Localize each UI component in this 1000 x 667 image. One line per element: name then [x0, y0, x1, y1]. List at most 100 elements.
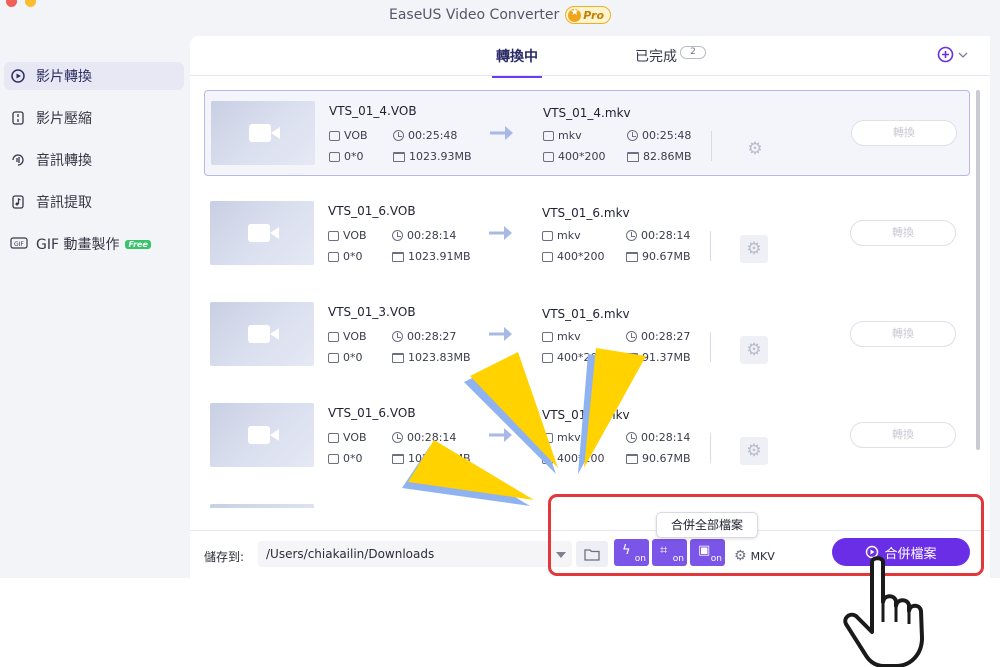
video-camera-icon	[248, 224, 279, 242]
divider	[711, 131, 712, 161]
arrow-right-icon	[489, 226, 512, 240]
scrollbar[interactable]	[976, 90, 980, 450]
convert-button[interactable]: 轉換	[850, 220, 956, 246]
convert-button[interactable]: 轉換	[850, 321, 956, 347]
output-format: mkv	[543, 129, 582, 142]
free-badge: Free	[125, 239, 151, 249]
sidebar-item-video-compress[interactable]: 影片壓縮	[4, 104, 184, 132]
sidebar: 影片轉換 影片壓縮 音訊轉換 音訊提取 GIF GIF 動畫製作 Free	[0, 54, 188, 272]
resolution-icon	[329, 151, 340, 162]
resolution-icon	[328, 453, 339, 464]
clock-icon	[627, 130, 638, 141]
format-icon	[328, 331, 339, 342]
sidebar-item-label: 音訊提取	[36, 195, 92, 211]
source-resolution: 0*0	[328, 452, 363, 465]
gear-icon: ⚙	[746, 239, 762, 259]
source-format: VOB	[328, 431, 367, 444]
gear-icon: ⚙	[746, 340, 762, 360]
compress-icon	[12, 111, 24, 125]
source-duration: 00:25:48	[393, 129, 457, 142]
gear-icon: ⚙	[747, 139, 763, 159]
resolution-icon	[542, 251, 553, 262]
output-filename: VTS_01_6.mkv	[542, 307, 630, 321]
audio-extract-icon	[12, 195, 24, 209]
audio-convert-icon	[12, 154, 24, 166]
gear-icon: ⚙	[746, 441, 762, 461]
output-settings-button[interactable]: ⚙	[740, 336, 768, 364]
source-filename: VTS_01_6.VOB	[328, 204, 416, 218]
source-size: 1023.91MB	[392, 250, 471, 263]
resolution-icon	[328, 251, 339, 262]
divider	[710, 231, 711, 261]
svg-text:GIF: GIF	[14, 241, 24, 248]
output-filename: VTS_01_6.mkv	[542, 206, 630, 220]
output-settings-button[interactable]: ⚙	[740, 235, 768, 263]
sidebar-item-gif-maker[interactable]: GIF GIF 動畫製作 Free	[4, 230, 184, 258]
source-format: VOB	[328, 229, 367, 242]
source-filename: VTS_01_4.VOB	[329, 104, 417, 118]
format-icon	[329, 130, 340, 141]
file-row[interactable]: VTS_01_6.VOB VOB 00:28:14 0*0 1023.91MB …	[204, 191, 970, 277]
add-file-button[interactable]	[937, 46, 968, 63]
star-icon	[568, 7, 582, 22]
folder-icon	[627, 151, 639, 162]
plus-circle-icon	[937, 46, 954, 63]
divider	[710, 433, 711, 463]
sidebar-item-video-convert[interactable]: 影片轉換	[4, 62, 184, 90]
save-to-label: 儲存到:	[204, 550, 245, 564]
output-resolution: 400*200	[543, 150, 606, 163]
sidebar-item-label: GIF 動畫製作	[36, 237, 120, 253]
output-format: mkv	[542, 229, 581, 242]
convert-button[interactable]: 轉換	[851, 120, 957, 146]
completed-count-badge: 2	[680, 46, 706, 59]
tab-converting[interactable]: 轉換中	[492, 46, 542, 78]
tab-completed[interactable]: 已完成 2	[635, 46, 706, 66]
source-duration: 00:28:14	[392, 229, 456, 242]
video-thumbnail	[210, 302, 314, 366]
output-duration: 00:28:14	[626, 229, 690, 242]
sidebar-item-label: 影片轉換	[36, 69, 92, 85]
format-icon	[328, 432, 339, 443]
sidebar-item-audio-convert[interactable]: 音訊轉換	[4, 146, 184, 174]
source-resolution: 0*0	[329, 150, 364, 163]
clock-icon	[626, 230, 637, 241]
sidebar-item-audio-extract[interactable]: 音訊提取	[4, 188, 184, 216]
sidebar-item-label: 影片壓縮	[36, 111, 92, 127]
folder-icon	[393, 151, 405, 162]
chevron-down-icon	[958, 52, 968, 58]
format-icon	[542, 230, 553, 241]
video-convert-icon	[11, 69, 25, 83]
output-size: 82.86MB	[627, 150, 692, 163]
output-settings-button[interactable]: ⚙	[741, 135, 769, 163]
sidebar-item-label: 音訊轉換	[36, 153, 92, 169]
output-duration: 00:25:48	[627, 129, 691, 142]
source-format: VOB	[329, 129, 368, 142]
output-resolution: 400*200	[542, 250, 605, 263]
attention-burst-icon	[402, 348, 646, 506]
video-thumbnail	[210, 504, 314, 508]
arrow-right-icon	[490, 126, 513, 140]
source-filename: VTS_01_3.VOB	[328, 305, 416, 319]
pointing-hand-icon	[843, 556, 924, 667]
folder-icon	[626, 251, 638, 262]
source-resolution: 0*0	[328, 351, 363, 364]
source-size: 1023.93MB	[393, 150, 472, 163]
source-format: VOB	[328, 330, 367, 343]
window-title: EaseUS Video Converter Pro	[0, 6, 1000, 24]
file-row[interactable]: VTS_01_4.VOB VOB 00:25:48 0*0 1023.93MB …	[204, 90, 970, 176]
gif-icon: GIF	[10, 237, 28, 249]
video-camera-icon	[248, 426, 279, 444]
output-settings-button[interactable]: ⚙	[740, 437, 768, 465]
tab-bar: 轉換中 已完成 2	[190, 36, 990, 78]
save-path-select[interactable]: /Users/chiakailin/Downloads	[258, 541, 572, 567]
video-camera-icon	[249, 124, 280, 142]
resolution-icon	[328, 352, 339, 363]
resolution-icon	[543, 151, 554, 162]
convert-button[interactable]: 轉換	[850, 422, 956, 448]
clock-icon	[392, 230, 403, 241]
video-camera-icon	[248, 325, 279, 343]
video-thumbnail	[210, 403, 314, 467]
output-size: 90.67MB	[626, 250, 691, 263]
folder-icon	[392, 251, 404, 262]
app-title: EaseUS Video Converter	[388, 7, 560, 23]
